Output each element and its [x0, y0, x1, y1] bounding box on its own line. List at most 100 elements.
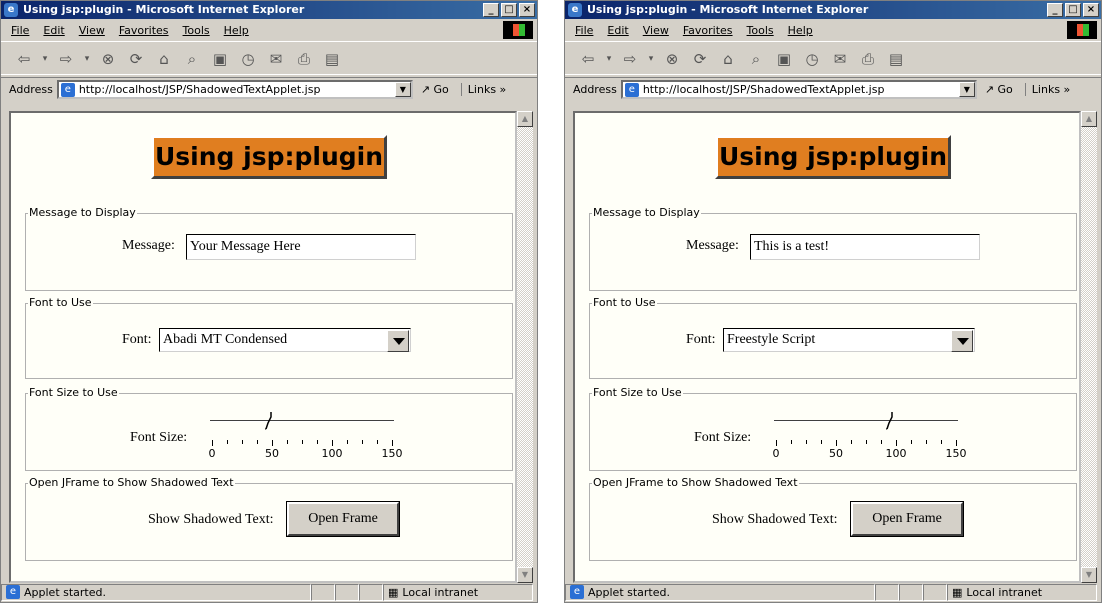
slider-track — [774, 420, 958, 422]
frame-fieldset: Open JFrame to Show Shadowed Text Show S… — [25, 476, 513, 561]
font-label: Font: — [122, 332, 152, 347]
dropdown-icon[interactable]: ▾ — [41, 48, 49, 70]
close-icon[interactable]: × — [519, 3, 535, 17]
refresh-icon[interactable]: ⟳ — [689, 48, 711, 70]
mail-icon[interactable]: ✉ — [829, 48, 851, 70]
forward-icon[interactable]: ⇨ — [55, 48, 77, 70]
ie-icon: e — [568, 3, 582, 17]
dropdown-icon[interactable]: ▾ — [83, 48, 91, 70]
address-label: Address — [573, 83, 617, 96]
chevron-down-icon[interactable] — [387, 330, 409, 352]
print-icon[interactable]: ⎙ — [293, 48, 315, 70]
toolbar: ⇦ ▾ ⇨ ▾ ⊗ ⟳ ⌂ ⌕ ▣ ◷ ✉ ⎙ ▤ — [1, 43, 537, 75]
scroll-down-icon[interactable]: ▼ — [517, 567, 533, 583]
favorites-icon[interactable]: ▣ — [773, 48, 795, 70]
vertical-scrollbar[interactable]: ▲ ▼ — [1081, 111, 1097, 583]
edit-icon[interactable]: ▤ — [885, 48, 907, 70]
show-shadowed-label: Show Shadowed Text: — [712, 512, 838, 527]
menu-item[interactable]: Edit — [43, 24, 64, 37]
zone-cell: ▦ Local intranet — [383, 583, 533, 601]
status-cell — [335, 583, 359, 601]
menu-item[interactable]: Favorites — [119, 24, 169, 37]
menu-item[interactable]: File — [575, 24, 593, 37]
history-icon[interactable]: ◷ — [801, 48, 823, 70]
menu-item[interactable]: Help — [224, 24, 249, 37]
address-bar: Address e http://localhost/JSP/ShadowedT… — [565, 77, 1101, 101]
search-icon[interactable]: ⌕ — [181, 48, 203, 70]
chevron-down-icon[interactable] — [951, 330, 973, 352]
scroll-up-icon[interactable]: ▲ — [517, 111, 533, 127]
title-bar[interactable]: e Using jsp:plugin - Microsoft Internet … — [565, 1, 1101, 19]
message-input[interactable]: Your Message Here — [186, 234, 416, 260]
menu-item[interactable]: View — [79, 24, 105, 37]
search-icon[interactable]: ⌕ — [745, 48, 767, 70]
favorites-icon[interactable]: ▣ — [209, 48, 231, 70]
chevron-down-icon[interactable]: ▼ — [394, 82, 411, 97]
history-icon[interactable]: ◷ — [237, 48, 259, 70]
back-icon[interactable]: ⇦ — [577, 48, 599, 70]
go-button[interactable]: ↗ Go — [421, 83, 449, 96]
fieldset-legend: Font to Use — [592, 296, 657, 309]
slider-thumb[interactable] — [886, 412, 896, 430]
links-button[interactable]: Links » — [1024, 83, 1070, 96]
minimize-icon[interactable]: _ — [483, 3, 499, 17]
fieldset-legend: Font Size to Use — [28, 386, 119, 399]
home-icon[interactable]: ⌂ — [153, 48, 175, 70]
message-input[interactable]: This is a test! — [750, 234, 980, 260]
slider-tick-label: 0 — [772, 447, 780, 460]
font-selected-value: Freestyle Script — [727, 332, 816, 347]
status-cell: e Applet started. — [565, 583, 875, 601]
slider-thumb[interactable] — [264, 412, 275, 430]
scroll-up-icon[interactable]: ▲ — [1081, 111, 1097, 127]
address-input[interactable]: e http://localhost/JSP/ShadowedTextApple… — [56, 80, 413, 99]
menu-item[interactable]: File — [11, 24, 29, 37]
go-button[interactable]: ↗ Go — [985, 83, 1013, 96]
forward-icon[interactable]: ⇨ — [619, 48, 641, 70]
slider-minor-tick — [926, 440, 927, 444]
font-select[interactable]: Abadi MT Condensed — [159, 328, 411, 352]
address-input[interactable]: e http://localhost/JSP/ShadowedTextApple… — [620, 80, 977, 99]
close-icon[interactable]: × — [1083, 3, 1099, 17]
stop-icon[interactable]: ⊗ — [661, 48, 683, 70]
dropdown-icon[interactable]: ▾ — [605, 48, 613, 70]
maximize-icon[interactable]: □ — [501, 3, 517, 17]
font-label: Font: — [686, 332, 716, 347]
open-frame-button[interactable]: Open Frame — [850, 501, 964, 537]
menu-item[interactable]: Favorites — [683, 24, 733, 37]
slider-major-tick — [776, 440, 777, 446]
font-size-slider[interactable]: 0 50 100 150 — [773, 412, 967, 462]
dropdown-icon[interactable]: ▾ — [647, 48, 655, 70]
back-icon[interactable]: ⇦ — [13, 48, 35, 70]
links-button[interactable]: Links » — [460, 83, 506, 96]
menu-item[interactable]: Tools — [183, 24, 210, 37]
page-viewport: Using jsp:plugin Message to Display Mess… — [9, 111, 517, 583]
font-select[interactable]: Freestyle Script — [723, 328, 975, 352]
url-text: http://localhost/JSP/ShadowedTextApplet.… — [642, 83, 885, 96]
home-icon[interactable]: ⌂ — [717, 48, 739, 70]
message-fieldset: Message to Display Message: Your Message… — [25, 206, 513, 291]
print-icon[interactable]: ⎙ — [857, 48, 879, 70]
slider-minor-tick — [911, 440, 912, 444]
mail-icon[interactable]: ✉ — [265, 48, 287, 70]
menu-item[interactable]: Edit — [607, 24, 628, 37]
refresh-icon[interactable]: ⟳ — [125, 48, 147, 70]
menu-item[interactable]: View — [643, 24, 669, 37]
slider-minor-tick — [242, 440, 243, 444]
page-heading: Using jsp:plugin — [715, 135, 951, 179]
stop-icon[interactable]: ⊗ — [97, 48, 119, 70]
font-size-label: Font Size: — [694, 430, 752, 445]
vertical-scrollbar[interactable]: ▲ ▼ — [517, 111, 533, 583]
chevron-down-icon[interactable]: ▼ — [958, 82, 975, 97]
open-frame-button[interactable]: Open Frame — [286, 501, 400, 537]
minimize-icon[interactable]: _ — [1047, 3, 1063, 17]
slider-minor-tick — [317, 440, 318, 444]
address-label: Address — [9, 83, 53, 96]
slider-minor-tick — [257, 440, 258, 444]
edit-icon[interactable]: ▤ — [321, 48, 343, 70]
title-bar[interactable]: e Using jsp:plugin - Microsoft Internet … — [1, 1, 537, 19]
menu-item[interactable]: Help — [788, 24, 813, 37]
menu-item[interactable]: Tools — [747, 24, 774, 37]
scroll-down-icon[interactable]: ▼ — [1081, 567, 1097, 583]
font-size-slider[interactable]: 0 50 100 150 — [209, 412, 403, 462]
maximize-icon[interactable]: □ — [1065, 3, 1081, 17]
